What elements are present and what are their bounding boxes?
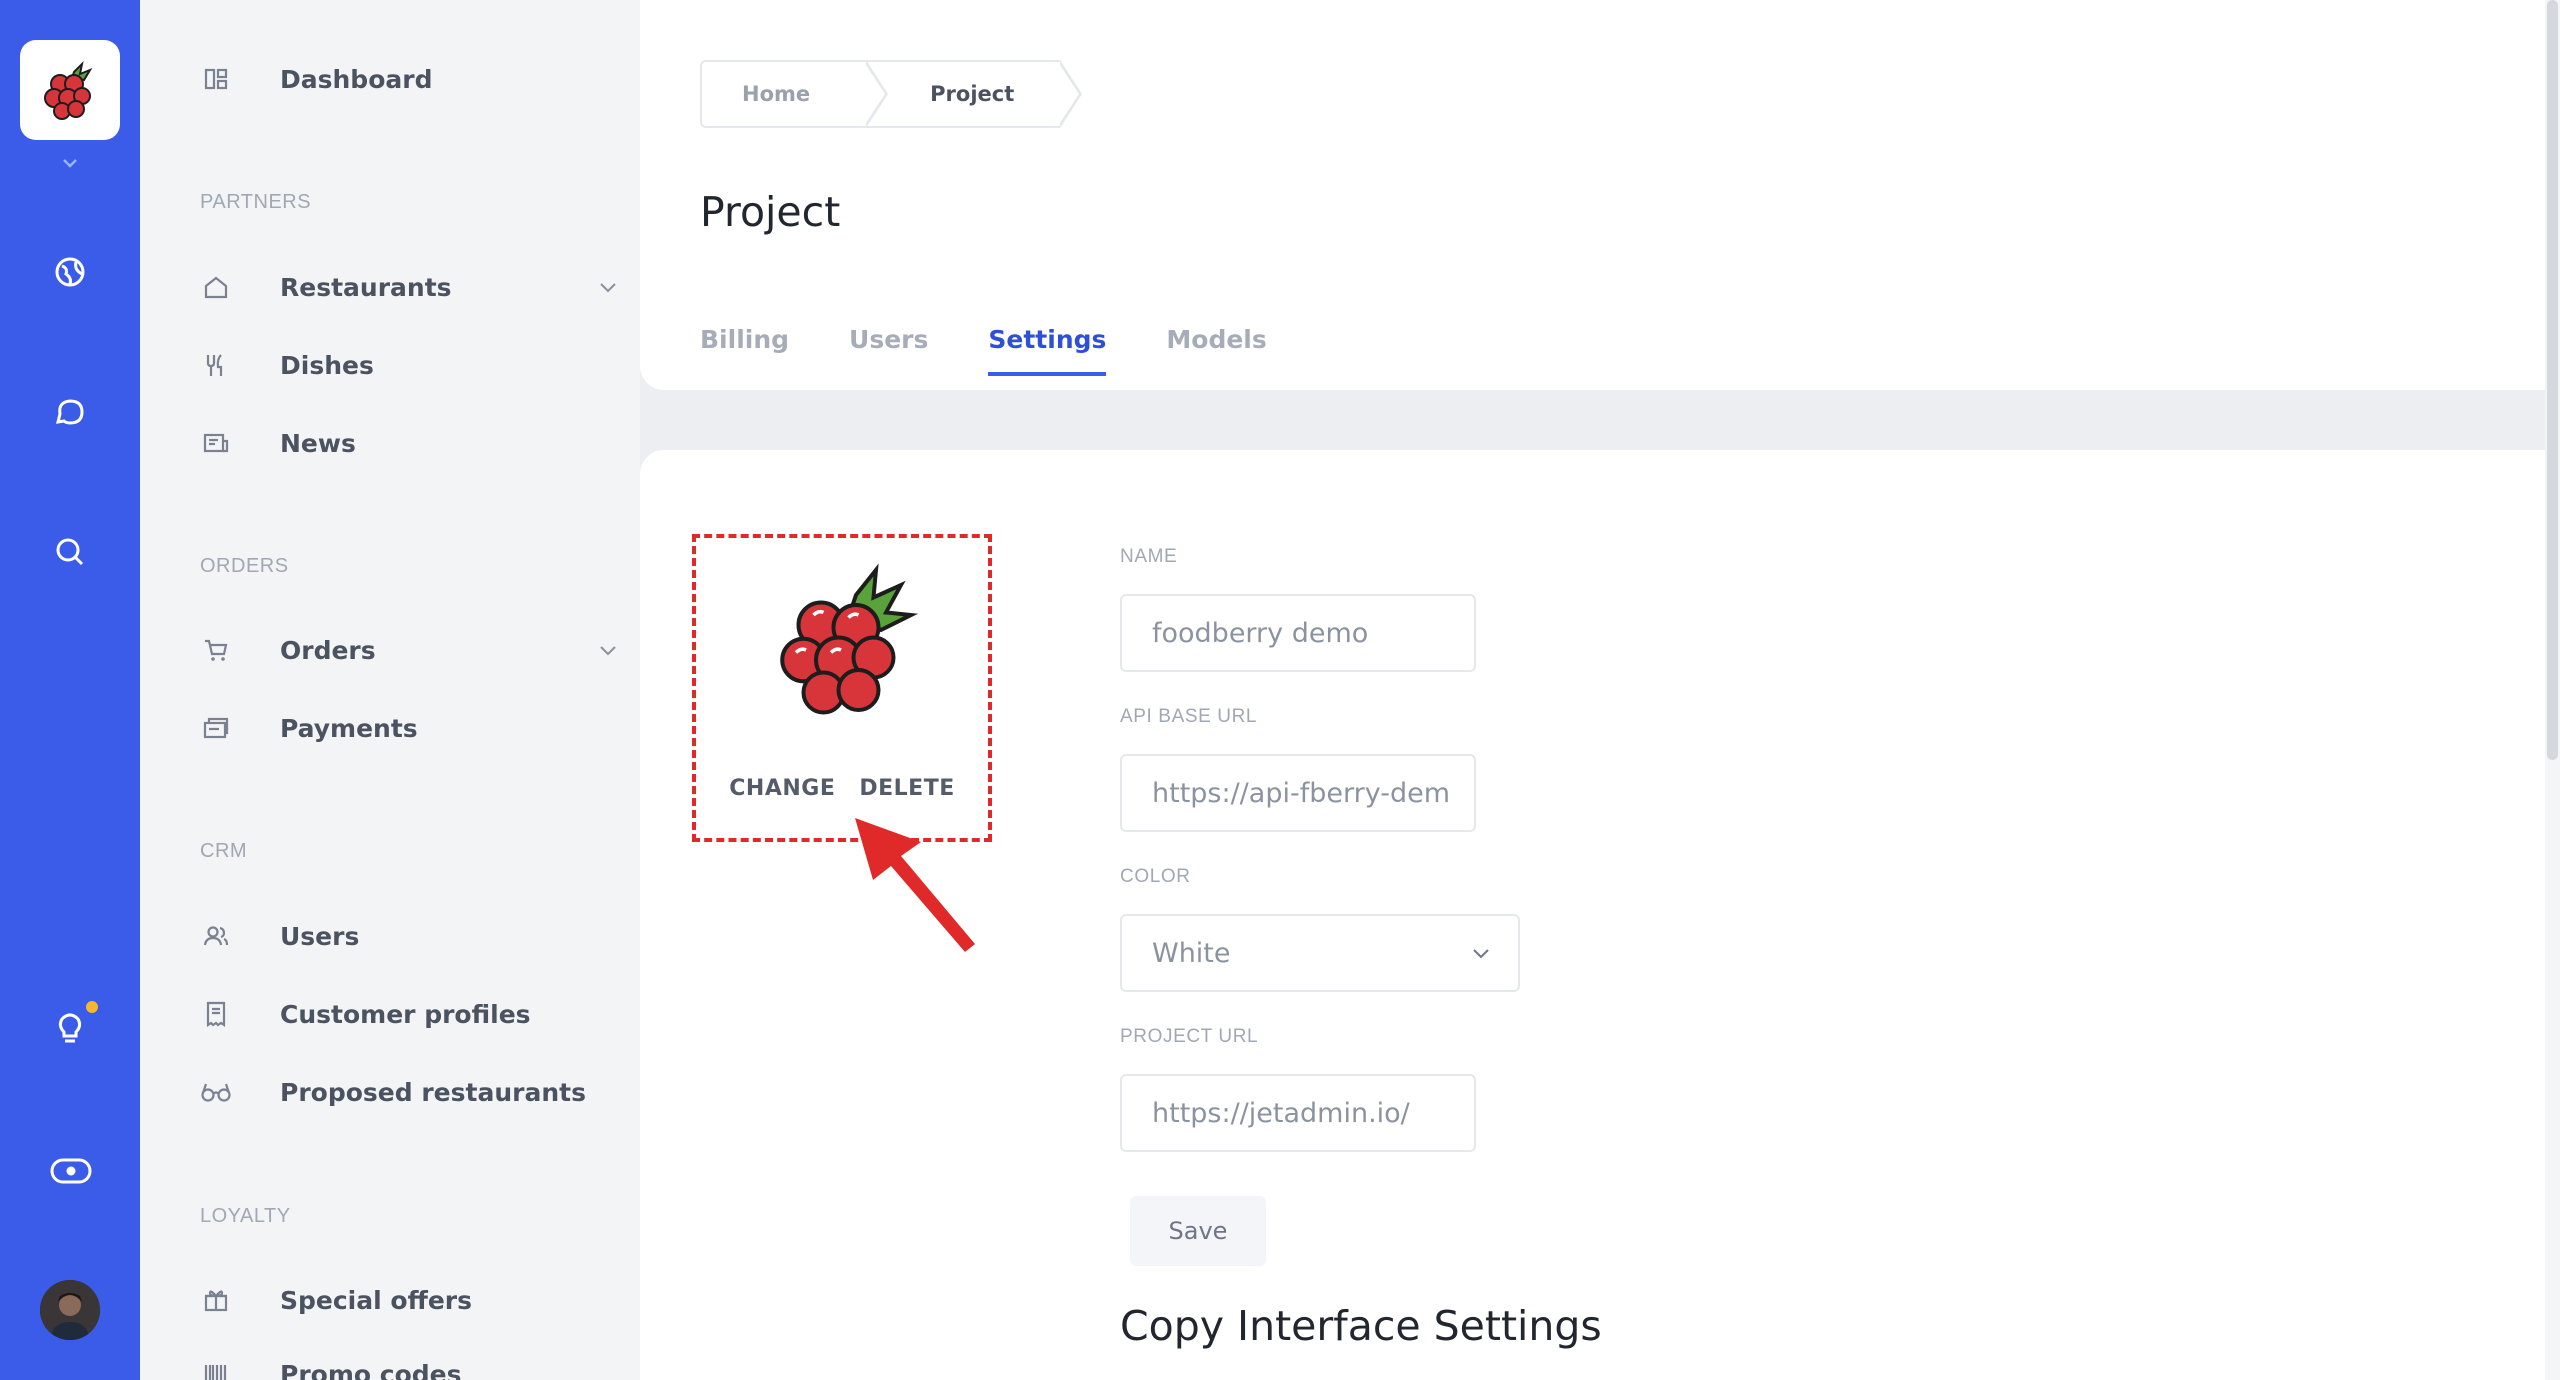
app-window: Dashboard PARTNERS Restaurants Dishes Ne… xyxy=(0,0,2560,1380)
avatar-image xyxy=(40,1280,100,1340)
logo-editor: CHANGE DELETE xyxy=(692,534,992,842)
sidebar: Dashboard PARTNERS Restaurants Dishes Ne… xyxy=(140,0,640,1380)
breadcrumb-home-label: Home xyxy=(742,82,811,106)
api-base-url-label: API BASE URL xyxy=(1120,706,1258,727)
chevron-down-icon xyxy=(1473,949,1489,959)
sidebar-item-label: Payments xyxy=(280,713,418,743)
globe-icon[interactable] xyxy=(50,252,90,292)
sidebar-item-label: Special offers xyxy=(280,1285,472,1315)
section-crm: CRM xyxy=(200,840,248,862)
sidebar-item-promo-codes[interactable]: Promo codes xyxy=(200,1346,620,1380)
change-logo-button[interactable]: CHANGE xyxy=(729,776,835,801)
breadcrumb-home[interactable]: Home xyxy=(700,60,889,128)
tab-users[interactable]: Users xyxy=(849,325,928,376)
glasses-icon xyxy=(200,1076,232,1108)
chevron-down-icon[interactable] xyxy=(596,638,620,662)
toggle-icon[interactable] xyxy=(48,1150,94,1190)
annotation-arrow-icon xyxy=(855,818,975,952)
sidebar-item-label: Promo codes xyxy=(280,1359,462,1380)
sidebar-item-special-offers[interactable]: Special offers xyxy=(200,1272,620,1328)
raspberry-logo-icon xyxy=(44,60,93,120)
sidebar-item-label: Orders xyxy=(280,635,376,665)
section-orders: ORDERS xyxy=(200,555,289,577)
sidebar-item-payments[interactable]: Payments xyxy=(200,700,620,756)
page-title: Project xyxy=(700,188,841,236)
chat-icon[interactable] xyxy=(50,392,90,432)
scrollbar[interactable] xyxy=(2545,0,2560,1380)
project-logo-button[interactable] xyxy=(20,40,120,140)
cart-icon xyxy=(200,634,232,666)
sidebar-item-orders[interactable]: Orders xyxy=(200,622,620,678)
delete-logo-button[interactable]: DELETE xyxy=(859,776,954,801)
sidebar-item-label: Restaurants xyxy=(280,272,452,302)
chevron-down-icon[interactable] xyxy=(596,275,620,299)
users-icon xyxy=(200,920,232,952)
sidebar-item-dashboard[interactable]: Dashboard xyxy=(200,51,620,107)
tab-billing[interactable]: Billing xyxy=(700,325,789,376)
section-loyalty: LOYALTY xyxy=(200,1205,291,1227)
tab-settings[interactable]: Settings xyxy=(988,325,1107,376)
sidebar-item-label: Users xyxy=(280,921,360,951)
sidebar-item-label: News xyxy=(280,428,356,458)
color-select[interactable]: White xyxy=(1120,914,1520,992)
home-icon xyxy=(200,271,232,303)
sidebar-item-users[interactable]: Users xyxy=(200,908,620,964)
icon-rail xyxy=(0,0,140,1380)
sidebar-item-label: Customer profiles xyxy=(280,999,531,1029)
wallet-icon xyxy=(200,712,232,744)
lightbulb-icon[interactable] xyxy=(50,1008,90,1048)
breadcrumb: Home Project xyxy=(700,60,1083,128)
logo-actions: CHANGE DELETE xyxy=(696,776,988,801)
main-content: Home Project Project Billing Users Setti… xyxy=(640,0,2545,1380)
cutlery-icon xyxy=(200,349,232,381)
save-button[interactable]: Save xyxy=(1130,1196,1266,1266)
api-base-url-field[interactable]: https://api-fberry-dem xyxy=(1120,754,1476,832)
tab-models[interactable]: Models xyxy=(1166,325,1266,376)
name-field[interactable]: foodberry demo xyxy=(1120,594,1476,672)
name-label: NAME xyxy=(1120,546,1178,567)
project-url-label: PROJECT URL xyxy=(1120,1026,1259,1047)
section-partners: PARTNERS xyxy=(200,191,312,213)
gift-icon xyxy=(200,1284,232,1316)
copy-interface-settings-title: Copy Interface Settings xyxy=(1120,1302,1602,1350)
user-avatar[interactable] xyxy=(40,1280,100,1340)
search-icon[interactable] xyxy=(50,532,90,572)
settings-card: CHANGE DELETE NAME foodberry demo API BA… xyxy=(640,450,2545,1380)
receipt-icon xyxy=(200,998,232,1030)
project-url-field[interactable]: https://jetadmin.io/ xyxy=(1120,1074,1476,1152)
sidebar-item-label: Proposed restaurants xyxy=(280,1077,586,1107)
newspaper-icon xyxy=(200,427,232,459)
breadcrumb-current-label: Project xyxy=(930,82,1015,106)
raspberry-logo-icon xyxy=(780,563,919,715)
color-label: COLOR xyxy=(1120,866,1191,887)
sidebar-item-label: Dishes xyxy=(280,350,374,380)
sidebar-item-news[interactable]: News xyxy=(200,415,620,471)
color-select-value: White xyxy=(1152,937,1231,969)
notification-dot xyxy=(86,1001,98,1013)
barcode-icon xyxy=(200,1358,232,1380)
sidebar-item-label: Dashboard xyxy=(280,64,433,94)
tab-bar: Billing Users Settings Models xyxy=(700,325,1327,376)
scrollbar-thumb[interactable] xyxy=(2547,0,2558,760)
dashboard-icon xyxy=(200,63,232,95)
chevron-down-icon[interactable] xyxy=(58,156,82,172)
sidebar-item-proposed-restaurants[interactable]: Proposed restaurants xyxy=(200,1064,620,1120)
sidebar-item-dishes[interactable]: Dishes xyxy=(200,337,620,393)
page-header: Home Project Project Billing Users Setti… xyxy=(640,0,2545,390)
sidebar-item-restaurants[interactable]: Restaurants xyxy=(200,259,620,315)
sidebar-item-customer-profiles[interactable]: Customer profiles xyxy=(200,986,620,1042)
breadcrumb-current[interactable]: Project xyxy=(866,60,1083,128)
